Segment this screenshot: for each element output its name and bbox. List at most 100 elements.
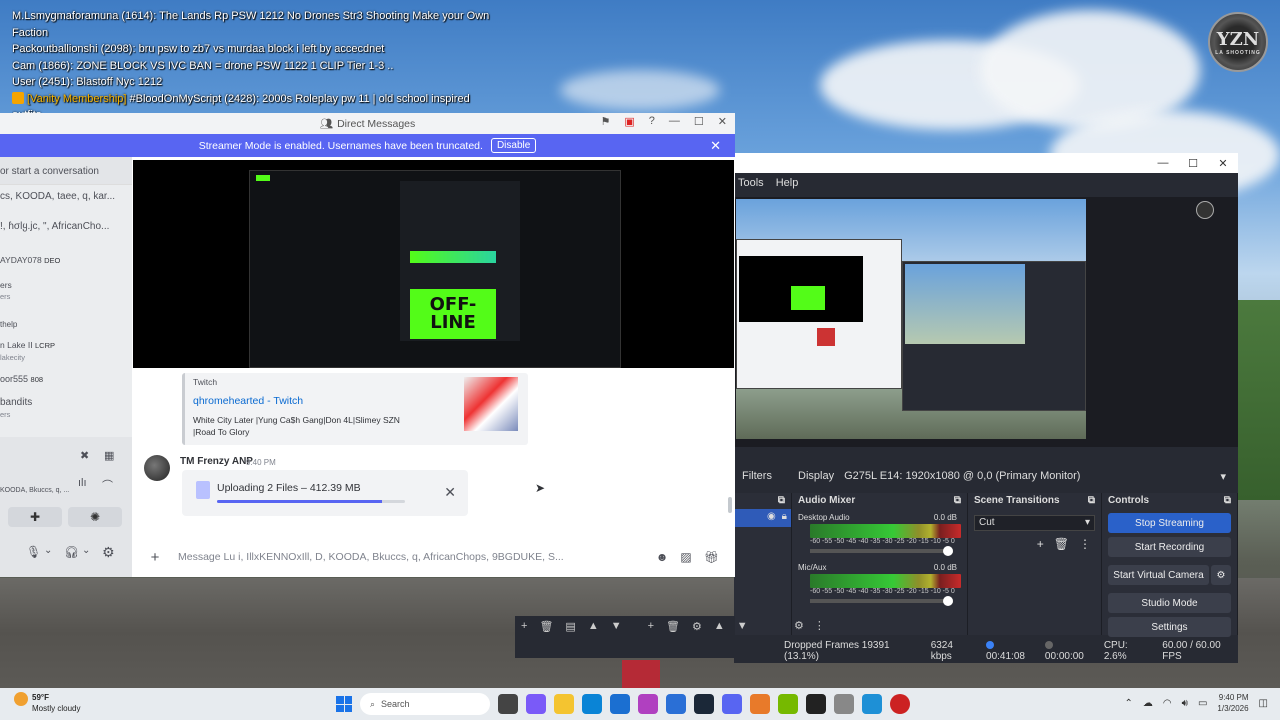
headphones-icon[interactable]: 🎧︎ [64,545,79,559]
stop-streaming-button[interactable]: Stop Streaming [1108,513,1231,533]
sticker-icon[interactable]: ✺ [68,507,122,527]
popout-icon[interactable]: ⧉ [954,495,961,507]
up-icon[interactable]: ▲ [588,620,599,632]
minimize-icon[interactable]: — [1148,157,1178,169]
store-icon[interactable] [610,694,630,714]
studio-mode-button[interactable]: Studio Mode [1108,593,1231,613]
volume-icon[interactable]: 🔊︎ [1182,698,1188,709]
display-select[interactable]: G275L E14: 1920x1080 @ 0,0 (Primary Moni… [844,470,1080,482]
start-recording-button[interactable]: Start Recording [1108,537,1231,557]
down-icon[interactable]: ▼ [737,620,748,632]
battery-icon[interactable]: ▭ [1198,698,1207,709]
notification-icon[interactable]: ◫ [1259,698,1268,709]
app-icon[interactable] [666,694,686,714]
chevron-down-icon[interactable]: ⌄ [44,545,52,556]
gif-icon[interactable]: ▨ [680,550,691,564]
obs-icon[interactable] [890,694,910,714]
add-icon[interactable]: + [648,620,654,632]
add-icon[interactable]: + [521,620,527,632]
file-explorer-icon[interactable] [554,694,574,714]
close-icon[interactable]: ✕ [710,138,721,154]
filter-icon[interactable]: ▤ [565,620,575,633]
chevron-up-icon[interactable]: ⌃ [1125,698,1133,709]
scrollbar[interactable] [728,497,732,513]
task-view-icon[interactable] [498,694,518,714]
add-attachment-icon[interactable]: + [132,549,178,566]
up-icon[interactable]: ▲ [714,620,725,632]
cancel-upload-icon[interactable]: ✕ [444,484,456,501]
inbox-icon[interactable]: ▦ [104,449,114,462]
audio-bars-icon[interactable]: ılı [78,477,87,489]
dm-item[interactable]: AYDAY078 DEO [0,254,60,267]
source-row[interactable]: ◉ 🔒︎ [734,509,791,527]
screen-icon[interactable]: ▣ [624,115,634,128]
embed-title[interactable]: qhromehearted - Twitch [193,395,303,407]
filters-button[interactable]: Filters [734,470,794,482]
emoji-icon[interactable]: ☻ [656,550,669,564]
close-icon[interactable]: ✕ [1208,157,1238,170]
network-icon[interactable]: ☁ [1143,698,1153,709]
copilot-icon[interactable] [526,694,546,714]
nvidia-icon[interactable] [778,694,798,714]
epic-games-icon[interactable] [806,694,826,714]
app-icon[interactable] [862,694,882,714]
taskbar-search[interactable]: ⌕ Search [360,693,490,715]
microphone-icon[interactable]: 🎙︎ [26,545,41,559]
settings-icon[interactable] [834,694,854,714]
gear-icon[interactable]: ⚙ [692,620,702,633]
dm-item[interactable]: cs, KOODA, taee, q, kar... [0,191,115,203]
stream-preview[interactable]: OFF-LINE [133,160,734,368]
menu-help[interactable]: Help [776,177,799,189]
gift-icon[interactable]: 🎁︎ [704,550,719,564]
wifi-icon[interactable]: ◠ [1163,698,1172,709]
dm-item[interactable]: bandits ers [0,397,32,421]
transition-select[interactable]: Cut ▾ [974,515,1095,531]
inbox-icon[interactable]: ⚑ [601,115,611,128]
dm-item[interactable]: thelp [0,319,17,331]
message-input[interactable]: Message Lu i, IllxKENNOxIll, D, KOODA, B… [178,551,656,563]
maximize-icon[interactable]: ☐ [1178,157,1208,170]
settings-button[interactable]: Settings [1108,617,1231,637]
dm-item[interactable]: !, ɦσlყ.jc, ", AfricanCho... [0,221,109,233]
dm-item[interactable]: ers ers [0,279,12,303]
discord-icon[interactable] [722,694,742,714]
settings-icon[interactable]: ⚙ [794,619,804,632]
more-icon[interactable]: ⋮ [1079,537,1091,551]
eye-icon[interactable]: ◉ [767,511,776,525]
volume-slider[interactable] [810,546,953,556]
edge-icon[interactable] [582,694,602,714]
close-icon[interactable]: ✕ [718,115,727,128]
trash-icon[interactable]: 🗑︎ [1054,537,1069,551]
disable-button[interactable]: Disable [490,138,537,153]
clock[interactable]: 9:40 PM 1/3/2026 [1217,692,1248,714]
steam-icon[interactable] [694,694,714,714]
dm-item[interactable]: n Lake II LCRP lakecity [0,339,55,364]
avatar[interactable] [144,455,170,481]
volume-slider[interactable] [810,596,953,606]
chevron-down-icon[interactable]: ⌄ [82,545,90,556]
mute-user-icon[interactable]: ✖ [80,449,89,462]
message-author[interactable]: TM Frenzy ANP [180,456,253,467]
gear-icon[interactable]: ⚙ [102,544,115,561]
windows-start-icon[interactable] [336,696,352,712]
lock-icon[interactable]: 🔒︎ [782,511,787,525]
start-virtual-camera-button[interactable]: Start Virtual Camera [1108,565,1209,585]
dm-search[interactable]: or start a conversation [0,157,132,185]
maximize-icon[interactable]: ☐ [694,115,704,128]
activity-icon[interactable]: ✚ [8,507,62,527]
dm-item[interactable]: oor555 808 [0,373,43,386]
app-icon[interactable] [750,694,770,714]
down-icon[interactable]: ▼ [611,620,622,632]
minimize-icon[interactable]: — [669,115,680,128]
more-icon[interactable]: ⋮ [814,619,825,632]
headset-icon[interactable]: ⌒ [102,477,113,493]
popout-icon[interactable]: ⧉ [1224,495,1231,507]
help-icon[interactable]: ? [649,115,655,128]
add-icon[interactable]: + [1037,537,1044,551]
trash-icon[interactable]: 🗑︎ [666,620,680,633]
gear-icon[interactable]: ⚙ [1211,565,1231,585]
popout-icon[interactable]: ⧉ [778,495,785,507]
chevron-down-icon[interactable]: ▾ [1220,470,1226,483]
popout-icon[interactable]: ⧉ [1088,495,1095,507]
app-icon[interactable] [638,694,658,714]
